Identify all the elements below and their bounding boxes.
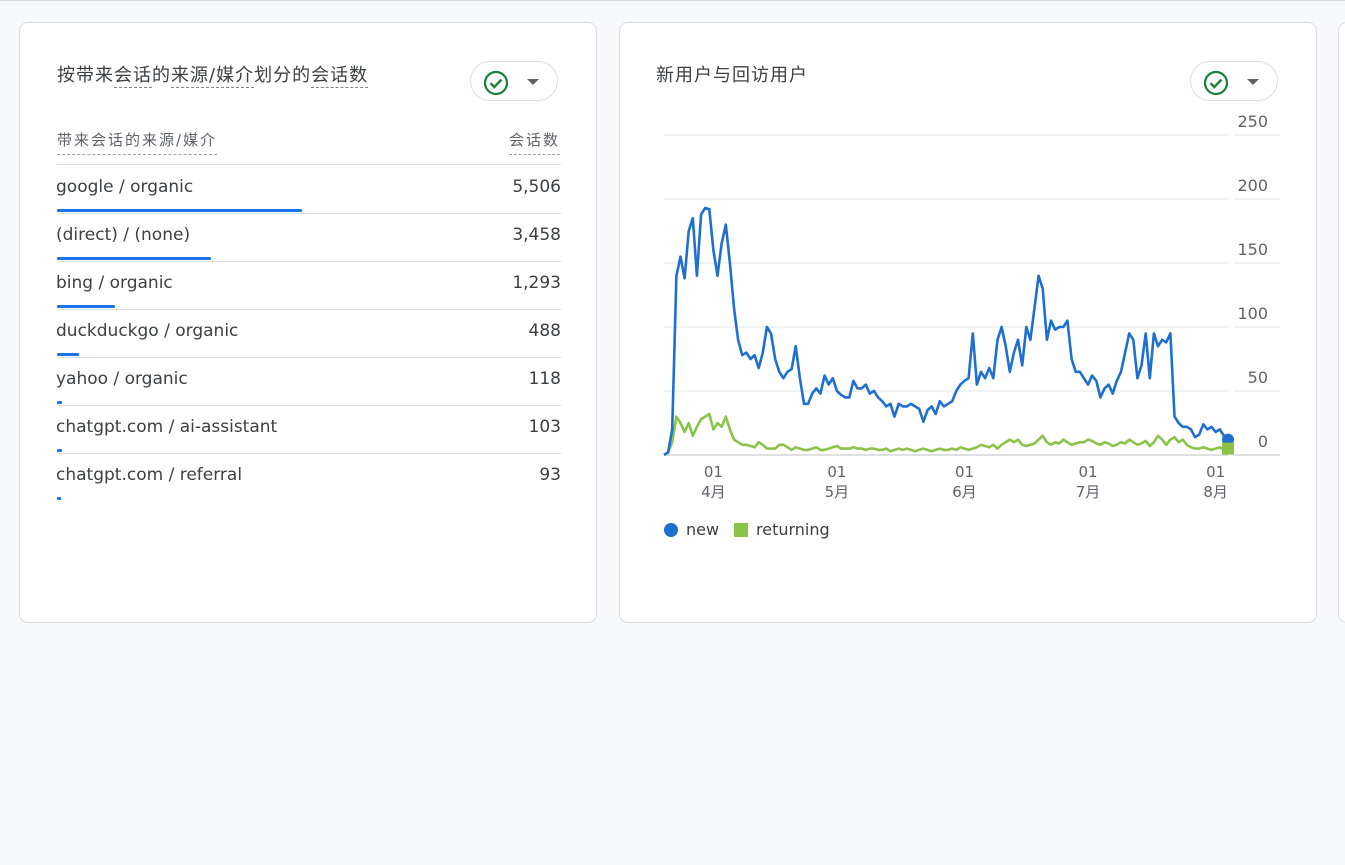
row-value: 118 [528, 369, 561, 389]
x-tick-month: 8月 [1203, 483, 1228, 501]
row-bar [57, 449, 62, 452]
column-header-source-medium[interactable]: 带来会话的来源/媒介 [57, 129, 218, 155]
y-tick-label: 0 [1258, 432, 1268, 451]
series-line-returning [663, 412, 1229, 457]
legend-swatch-returning [734, 522, 748, 537]
row-label: duckduckgo / organic [56, 321, 239, 341]
row-label: chatgpt.com / referral [56, 465, 243, 485]
title-term-session-count[interactable]: 会话数 [311, 65, 369, 88]
title-part: 的 [152, 65, 171, 86]
row-value: 3,458 [512, 225, 561, 245]
x-tick-day: 01 [704, 463, 723, 481]
row-label: bing / organic [56, 273, 173, 293]
row-bar [57, 401, 63, 404]
sessions-by-source-card: 按带来会话的来源/媒介划分的会话数 带来会话的来源/媒介 会话数 google … [19, 22, 597, 623]
title-part: 划分的 [254, 65, 312, 86]
x-tick-day: 01 [955, 463, 974, 481]
new-vs-returning-users-card: 新用户与回访用户 250 200 150 100 50 0 01 4月 01 5月 01 6月 01 7月… [619, 22, 1317, 623]
y-tick-label: 150 [1237, 240, 1268, 259]
row-bar [57, 353, 79, 356]
legend-label-new: new [686, 520, 720, 539]
row-label: google / organic [56, 177, 194, 197]
column-header-sessions[interactable]: 会话数 [508, 129, 560, 155]
users-line-chart[interactable]: 250 200 150 100 50 0 01 4月 01 5月 01 6月 01 7月 01 8月 [620, 23, 1316, 622]
row-value: 1,293 [512, 273, 561, 293]
previous-card-edge [26, 0, 1345, 1]
title-term-source-medium[interactable]: 来源/媒介 [171, 65, 255, 88]
title-part: 按带来 [57, 65, 114, 86]
table-row[interactable]: google / organic 5,506 [56, 165, 561, 214]
x-tick-day: 01 [1206, 463, 1225, 481]
row-label: yahoo / organic [56, 369, 188, 389]
title-term-sessions[interactable]: 会话 [114, 65, 152, 88]
y-tick-label: 100 [1237, 304, 1268, 323]
legend-label-returning: returning [756, 520, 830, 539]
x-tick-month: 4月 [701, 483, 726, 501]
x-tick-day: 01 [827, 463, 846, 481]
card-options-button[interactable] [470, 61, 558, 101]
next-card-edge [1338, 22, 1345, 623]
card-title: 按带来会话的来源/媒介划分的会话数 [57, 61, 369, 88]
row-value: 93 [539, 465, 561, 485]
row-label: chatgpt.com / ai-assistant [56, 417, 278, 437]
y-tick-label: 250 [1237, 112, 1268, 131]
table-row[interactable]: chatgpt.com / referral 93 [56, 453, 561, 501]
check-circle-icon [483, 70, 509, 100]
series-line-new [663, 206, 1229, 457]
x-tick-month: 5月 [825, 483, 850, 501]
row-bar [57, 209, 302, 212]
dropdown-caret-icon [527, 79, 539, 85]
legend-item-new[interactable]: new [664, 520, 719, 539]
table-row[interactable]: (direct) / (none) 3,458 [56, 213, 561, 262]
table-row[interactable]: chatgpt.com / ai-assistant 103 [56, 405, 561, 454]
row-bar [57, 257, 211, 260]
legend-item-returning[interactable]: returning [734, 520, 830, 539]
row-label: (direct) / (none) [56, 225, 191, 245]
x-tick-month: 6月 [952, 483, 977, 501]
x-tick-month: 7月 [1076, 483, 1101, 501]
series-end-marker-returning [1222, 442, 1234, 455]
table-row[interactable]: yahoo / organic 118 [56, 357, 561, 406]
row-value: 5,506 [512, 177, 561, 197]
row-value: 103 [528, 417, 561, 437]
y-tick-label: 50 [1248, 368, 1268, 387]
row-bar [57, 497, 62, 500]
legend-swatch-new [664, 522, 678, 537]
x-tick-day: 01 [1078, 463, 1097, 481]
table-row[interactable]: bing / organic 1,293 [56, 261, 561, 310]
row-value: 488 [528, 321, 561, 341]
table-row[interactable]: duckduckgo / organic 488 [56, 309, 561, 358]
y-tick-label: 200 [1237, 176, 1268, 195]
row-bar [57, 305, 115, 308]
